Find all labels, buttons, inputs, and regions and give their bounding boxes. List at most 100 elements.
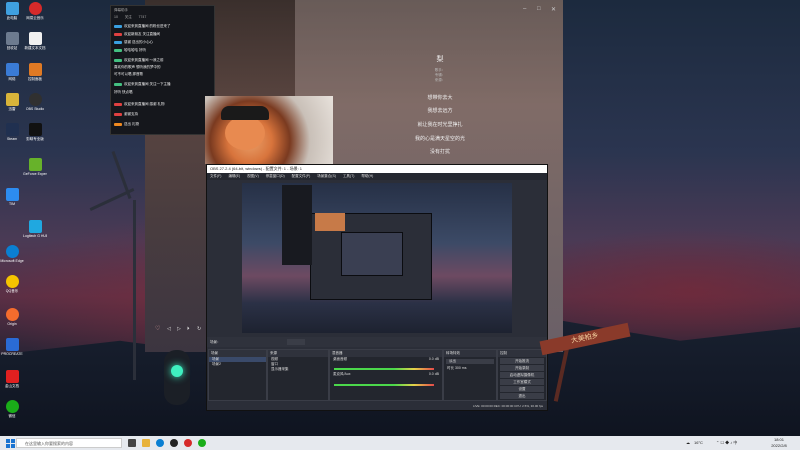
- desktop-icon[interactable]: 网络: [0, 63, 24, 81]
- play-icon[interactable]: ⏵: [187, 326, 190, 332]
- nested-chat-panel: [282, 185, 312, 265]
- logitech-icon: [28, 220, 42, 233]
- obs-scene-bar: 场景：: [207, 337, 547, 347]
- desktop-icon[interactable]: 控制面板: [23, 63, 47, 81]
- edge-icon[interactable]: [156, 439, 164, 447]
- clock[interactable]: 18:01 2022/2/8: [762, 437, 796, 449]
- desktop-icon[interactable]: PROCREATE: [0, 338, 24, 356]
- desktop-icon[interactable]: Steam: [0, 123, 24, 141]
- prev-icon[interactable]: ◁: [167, 326, 171, 332]
- chat-tab[interactable]: 7747: [139, 15, 147, 19]
- menu-item[interactable]: 视图(V): [247, 174, 259, 178]
- weather-icon[interactable]: ☁: [686, 436, 690, 450]
- geforce-icon: [28, 158, 42, 171]
- start-streaming-button[interactable]: 开始推流: [500, 358, 544, 364]
- menu-item[interactable]: 场景集合(S): [317, 174, 336, 178]
- obs-menu-bar: 文件(F) 编辑(E) 视图(V) 停靠窗口(D) 配置文件(P) 场景集合(S…: [207, 173, 547, 180]
- scene-item[interactable]: 场景2: [209, 362, 266, 367]
- chat-message: 谢谢支持: [114, 112, 211, 118]
- traffic-signal: [162, 350, 192, 415]
- desktop-icon[interactable]: 此电脑: [0, 2, 24, 20]
- weather-temp[interactable]: 16°C: [694, 436, 703, 450]
- netease-music-icon[interactable]: [184, 439, 192, 447]
- chat-tab[interactable]: 10: [114, 15, 118, 19]
- wechat-icon: [5, 400, 19, 413]
- next-icon[interactable]: ▷: [177, 326, 181, 332]
- minimize-button[interactable]: –: [523, 6, 526, 12]
- mixer-track: 麦克风/Aux 0.0 dB: [333, 372, 439, 376]
- scene-toggle[interactable]: [287, 339, 305, 345]
- desktop-icon[interactable]: 网易云音乐: [23, 2, 47, 20]
- obs-preview[interactable]: [242, 183, 512, 333]
- chat-message: 欢迎来到直播间 关注一下主播: [114, 82, 211, 88]
- desktop-icon[interactable]: Microsoft Edge: [0, 245, 24, 263]
- obs-icon[interactable]: [170, 439, 178, 447]
- audio-mixer-dock: 混音器 桌面音频 0.0 dB 麦克风/Aux 0.0 dB: [329, 349, 443, 401]
- loop-icon[interactable]: ↻: [197, 326, 201, 332]
- transition-select[interactable]: 淡出: [446, 359, 494, 364]
- computer-icon: [5, 2, 19, 15]
- tray-icons[interactable]: ⌃ ☐ ◆ ♪ 中: [716, 436, 737, 450]
- lyric-line: 没有打扰: [429, 149, 450, 155]
- danmaku-chat-panel[interactable]: 弹幕助手 10 关注 7747 欢迎来到直播间 的粉丝进来了 欢迎新朋友 关注直…: [110, 5, 215, 135]
- control-panel-icon: [28, 63, 42, 76]
- menu-item[interactable]: 帮助(H): [361, 174, 373, 178]
- origin-icon: [5, 308, 19, 321]
- chat-tab[interactable]: 关注: [125, 15, 132, 19]
- network-icon: [5, 63, 19, 76]
- tim-icon: [5, 188, 19, 201]
- song-meta: 来源：: [434, 78, 446, 82]
- pig-figure: [225, 116, 265, 150]
- obs-window[interactable]: OBS 27.2.4 (64-bit, windows) - 配置文件: 1 -…: [206, 164, 548, 411]
- maximize-button[interactable]: □: [537, 6, 541, 12]
- wechat-icon[interactable]: [198, 439, 206, 447]
- chat-message: 送出 礼物: [114, 122, 211, 128]
- like-icon[interactable]: ♡: [155, 325, 160, 332]
- desktop-icon[interactable]: QQ音乐: [0, 275, 24, 293]
- desktop-icon[interactable]: OBS Studio: [23, 93, 47, 111]
- file-explorer-icon[interactable]: [142, 439, 150, 447]
- menu-item[interactable]: 停靠窗口(D): [266, 174, 285, 178]
- taskbar-search[interactable]: 在这里输入你要搜索的内容: [16, 438, 122, 448]
- desktop-icon[interactable]: 金山文档: [0, 370, 24, 388]
- exit-button[interactable]: 退出: [500, 393, 544, 399]
- lyric-line: 我的心是满天星空的光: [414, 136, 465, 142]
- desktop-icon[interactable]: 剪映专业版: [23, 123, 47, 141]
- desktop-icon[interactable]: GeForce Experience: [23, 158, 47, 176]
- desktop-icon[interactable]: TIM: [0, 188, 24, 206]
- menu-item[interactable]: 文件(F): [210, 174, 221, 178]
- start-recording-button[interactable]: 开始录制: [500, 365, 544, 371]
- nested-photo: [315, 213, 345, 231]
- desktop-icon[interactable]: Origin: [0, 308, 24, 326]
- settings-button[interactable]: 设置: [500, 386, 544, 392]
- chat-tabs: 10 关注 7747: [114, 15, 211, 21]
- task-view-icon[interactable]: [128, 439, 136, 447]
- chat-message: 感谢 送出的小心心: [114, 40, 211, 46]
- studio-mode-button[interactable]: 工作室模式: [500, 379, 544, 385]
- chat-message: 欢迎来到直播间 ～我之前: [114, 58, 211, 64]
- green-light: [171, 365, 183, 377]
- desktop-icon[interactable]: 迅雷: [0, 93, 24, 111]
- song-title: 梨: [436, 56, 444, 63]
- lyric-line: 想带你去大: [427, 95, 453, 101]
- menu-item[interactable]: 工具(T): [343, 174, 354, 178]
- desktop-icon[interactable]: Logitech G HUB: [23, 220, 47, 238]
- desktop-icon[interactable]: 新建文本文档: [23, 32, 47, 50]
- chat-header: 弹幕助手: [114, 8, 128, 12]
- edge-icon: [5, 245, 19, 258]
- menu-item[interactable]: 配置文件(P): [292, 174, 311, 178]
- virtual-camera-button[interactable]: 启动虚拟摄像机: [500, 372, 544, 378]
- close-button[interactable]: ✕: [551, 6, 556, 13]
- source-item[interactable]: 显示器采集: [268, 367, 328, 372]
- wallpaper-sign: 大美柏乡: [539, 312, 632, 402]
- chat-message: 哈哈哈哈 好听: [114, 48, 211, 54]
- audio-meter: [334, 384, 434, 386]
- windows-start-icon[interactable]: [6, 439, 15, 448]
- wind-turbine-pole: [133, 200, 136, 380]
- desktop-icon[interactable]: 微信: [0, 400, 24, 418]
- webcam-photo: [205, 96, 333, 164]
- netease-music-icon: [28, 2, 42, 15]
- menu-item[interactable]: 编辑(E): [228, 174, 240, 178]
- steam-icon: [5, 123, 19, 136]
- desktop-icon[interactable]: 回收站: [0, 32, 24, 50]
